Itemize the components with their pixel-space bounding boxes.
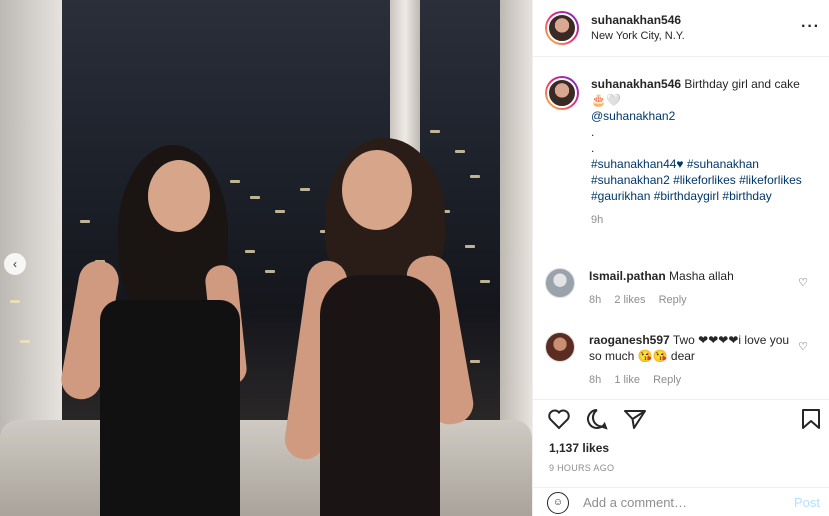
reply-button[interactable]: Reply [653, 374, 681, 386]
avatar[interactable] [545, 268, 575, 298]
caption-dot-2: . [591, 141, 595, 155]
caption: suhanakhan546 Birthday girl and cake 🎂🤍 … [545, 76, 806, 228]
post-location[interactable]: New York City, N.Y. [591, 29, 685, 44]
comment-username[interactable]: Ismail.pathan [589, 269, 666, 283]
heart-icon[interactable]: ♡ [798, 276, 808, 289]
caption-username[interactable]: suhanakhan546 [591, 77, 681, 91]
comment-age[interactable]: 8h [589, 374, 601, 386]
post-header: suhanakhan546 New York City, N.Y. ··· [533, 0, 829, 57]
heart-icon[interactable] [547, 408, 571, 436]
more-options-icon[interactable]: ··· [801, 18, 820, 36]
post-username[interactable]: suhanakhan546 [591, 12, 685, 28]
post-photo[interactable]: ‹ [0, 0, 532, 516]
caption-avatar[interactable] [545, 76, 579, 110]
caption-hashtags[interactable]: #suhanakhan44♥ #suhanakhan #suhanakhan2 … [591, 157, 802, 203]
likes-count[interactable]: 1,137 likes [549, 441, 609, 455]
list-item: raoganesh597 Two ❤❤❤❤i love you so much … [545, 332, 804, 388]
comment-likes[interactable]: 2 likes [614, 294, 645, 306]
comments-list[interactable]: suhanakhan546 Birthday girl and cake 🎂🤍 … [533, 58, 829, 398]
comment-age[interactable]: 8h [589, 294, 601, 306]
emoji-icon[interactable]: ☺ [547, 491, 569, 514]
share-icon[interactable] [623, 408, 647, 436]
sofa [0, 420, 532, 516]
comment-text: Masha allah [669, 269, 734, 283]
comment-likes[interactable]: 1 like [614, 374, 640, 386]
comment-composer: ☺ Post [533, 487, 829, 516]
reply-button[interactable]: Reply [659, 294, 687, 306]
caption-age: 9h [591, 214, 604, 226]
heart-icon[interactable]: ♡ [798, 340, 808, 353]
comment-username[interactable]: raoganesh597 [589, 333, 670, 347]
caption-mention[interactable]: @suhanakhan2 [591, 109, 675, 123]
action-bar: 1,137 likes 9 HOURS AGO ☺ Post [533, 399, 829, 516]
avatar[interactable] [545, 332, 575, 362]
caption-dot-1: . [591, 125, 595, 139]
post-timestamp: 9 HOURS AGO [549, 463, 615, 473]
list-item: Ismail.pathan Masha allah 8h 2 likes Rep… [545, 268, 804, 308]
post-panel: suhanakhan546 New York City, N.Y. ··· su… [532, 0, 829, 516]
avatar[interactable] [545, 11, 579, 45]
chevron-left-icon[interactable]: ‹ [4, 253, 26, 275]
post-button[interactable]: Post [794, 495, 820, 510]
bookmark-icon[interactable] [800, 408, 822, 435]
comment-icon[interactable] [585, 408, 609, 436]
comment-input[interactable] [583, 495, 773, 510]
